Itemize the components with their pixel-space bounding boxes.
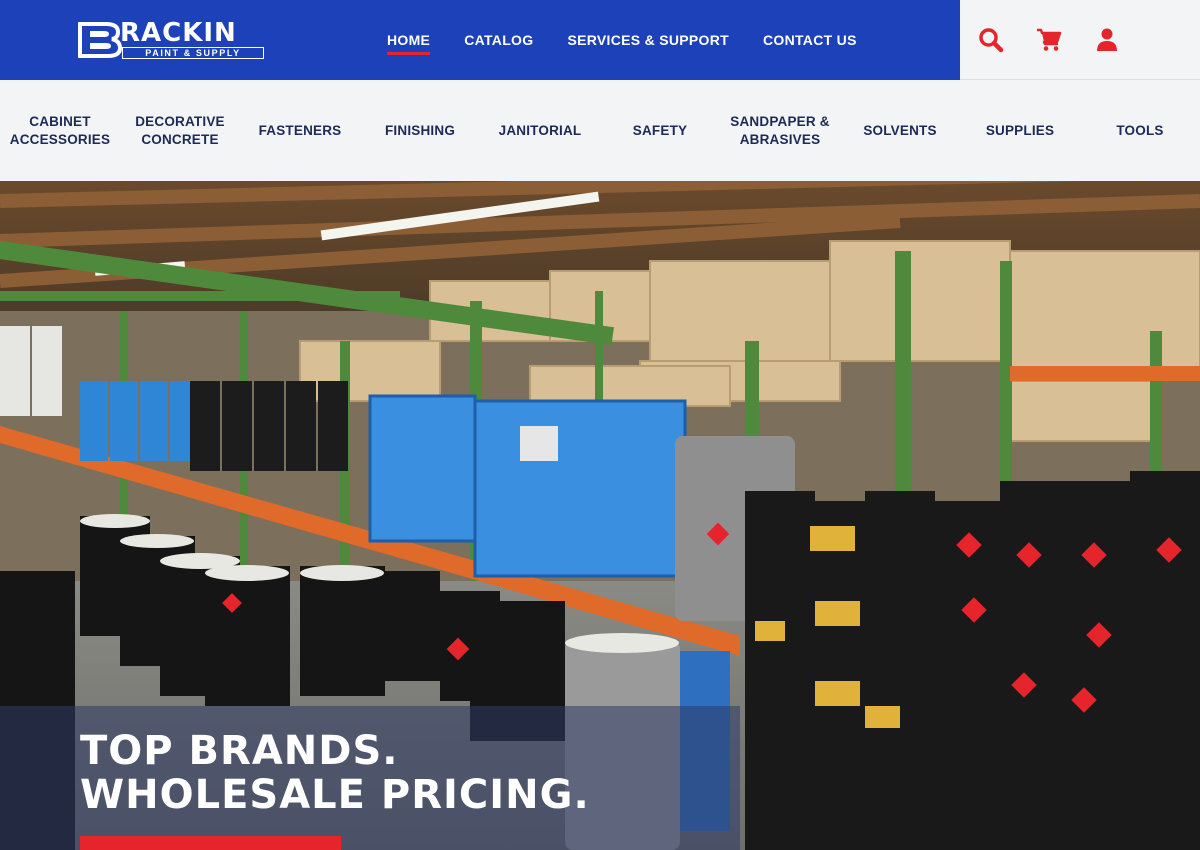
category-label-line2: ACCESSORIES: [9, 131, 111, 147]
category-janitorial[interactable]: JANITORIAL: [480, 80, 600, 181]
main-nav: HOME CATALOG SERVICES & SUPPORT CONTACT …: [370, 0, 874, 80]
category-cabinet-accessories[interactable]: CABINET ACCESSORIES: [0, 80, 120, 181]
category-label: CABINET: [29, 113, 91, 129]
logo-wordmark: RACKIN: [120, 18, 237, 48]
category-label: JANITORIAL: [498, 122, 582, 138]
category-label: SOLVENTS: [863, 122, 937, 138]
category-nav: CABINET ACCESSORIES DECORATIVE CONCRETE FA…: [0, 80, 1200, 181]
hero-heading-line2: WHOLESALE PRICING.: [80, 772, 590, 818]
category-label: SAFETY: [632, 122, 688, 138]
hero-heading-line1: TOP BRANDS.: [80, 728, 399, 774]
category-label: TOOLS: [1116, 122, 1164, 138]
category-sandpaper-abrasives[interactable]: SANDPAPER & ABRASIVES: [720, 80, 840, 181]
cart-icon: [1037, 28, 1062, 51]
category-label: SANDPAPER &: [730, 113, 830, 129]
hero-banner: TOP BRANDS. WHOLESALE PRICING.: [0, 181, 1200, 850]
account-icon: [1097, 28, 1117, 51]
category-solvents[interactable]: SOLVENTS: [840, 80, 960, 181]
nav-services-support[interactable]: SERVICES & SUPPORT: [567, 26, 729, 54]
header-actions: [960, 0, 1200, 80]
category-label: FINISHING: [384, 122, 456, 138]
category-decorative-concrete[interactable]: DECORATIVE CONCRETE: [120, 80, 240, 181]
category-finishing[interactable]: FINISHING: [360, 80, 480, 181]
logo-b-mark: [78, 22, 122, 58]
category-label: FASTENERS: [258, 122, 342, 138]
category-fasteners[interactable]: FASTENERS: [240, 80, 360, 181]
category-supplies[interactable]: SUPPLIES: [960, 80, 1080, 181]
search-button[interactable]: [978, 27, 1004, 53]
cart-button[interactable]: [1036, 27, 1062, 53]
search-icon: [979, 28, 1004, 53]
site-header: RACKIN PAINT & SUPPLY HOME CATALOG SERVI…: [0, 0, 1200, 80]
category-safety[interactable]: SAFETY: [600, 80, 720, 181]
category-label: DECORATIVE: [135, 113, 225, 129]
hero-cta-button[interactable]: [80, 836, 341, 850]
brand-logo[interactable]: RACKIN PAINT & SUPPLY: [78, 18, 266, 59]
hero-heading: TOP BRANDS. WHOLESALE PRICING.: [80, 729, 590, 817]
account-button[interactable]: [1094, 27, 1120, 53]
category-label-line2: ABRASIVES: [739, 131, 821, 147]
nav-home[interactable]: HOME: [387, 26, 431, 55]
category-label: SUPPLIES: [985, 122, 1055, 138]
logo-tagline: PAINT & SUPPLY: [122, 47, 264, 59]
category-label-line2: CONCRETE: [141, 131, 219, 147]
nav-contact-us[interactable]: CONTACT US: [763, 26, 857, 54]
category-tools[interactable]: TOOLS: [1080, 80, 1200, 181]
nav-catalog[interactable]: CATALOG: [464, 26, 533, 54]
